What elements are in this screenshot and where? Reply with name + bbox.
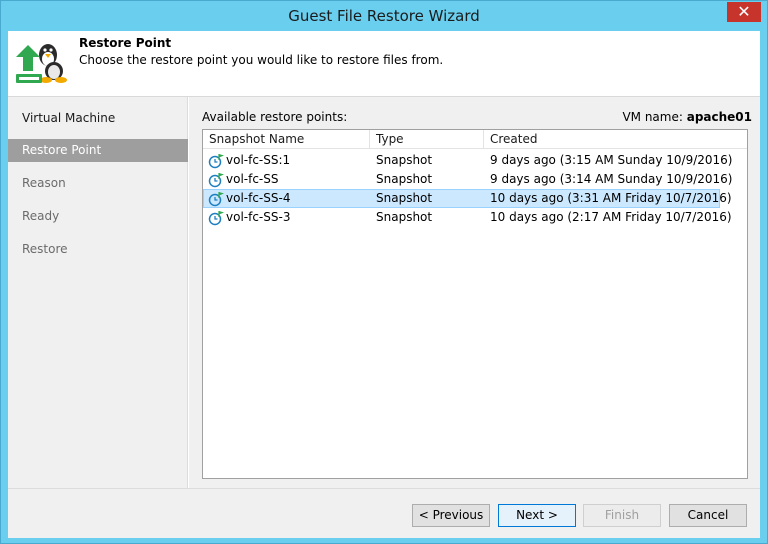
table-row-selected[interactable]: vol-fc-SS-4 Snapshot 10 days ago (3:31 A… xyxy=(203,189,732,208)
restore-points-list[interactable]: Snapshot Name Type Created vol-fc-SS:1 S… xyxy=(202,129,748,479)
snapshot-name: vol-fc-SS xyxy=(226,172,279,186)
snapshot-created: 10 days ago (3:31 AM Friday 10/7/2016) xyxy=(490,191,732,205)
column-header-snapshot-name[interactable]: Snapshot Name xyxy=(203,130,370,149)
wizard-steps-sidebar: Virtual Machine Restore Point Reason Rea… xyxy=(8,97,188,488)
linux-restore-icon xyxy=(16,44,67,83)
vm-name-label: VM name: apache01 xyxy=(622,110,752,124)
wizard-window: Guest File Restore Wizard ✕ Restore Poin… xyxy=(0,0,768,544)
close-button[interactable]: ✕ xyxy=(727,2,761,22)
snapshot-type: Snapshot xyxy=(376,210,433,224)
snapshot-icon xyxy=(208,192,224,207)
step-ready: Ready xyxy=(8,205,188,228)
vm-name-caption: VM name: xyxy=(622,110,683,124)
available-restore-points-label: Available restore points: xyxy=(202,110,348,124)
step-virtual-machine[interactable]: Virtual Machine xyxy=(8,107,188,130)
wizard-client-area: Restore Point Choose the restore point y… xyxy=(8,31,760,538)
page-description: Choose the restore point you would like … xyxy=(79,53,444,67)
snapshot-icon xyxy=(208,211,224,226)
snapshot-created: 10 days ago (2:17 AM Friday 10/7/2016) xyxy=(490,210,732,224)
step-label: Ready xyxy=(22,209,60,223)
table-row[interactable]: vol-fc-SS-3 Snapshot 10 days ago (2:17 A… xyxy=(203,208,732,227)
table-row[interactable]: vol-fc-SS:1 Snapshot 9 days ago (3:15 AM… xyxy=(203,151,732,170)
finish-button: Finish xyxy=(583,504,661,527)
step-label: Restore Point xyxy=(22,143,102,157)
step-restore-point[interactable]: Restore Point xyxy=(8,139,188,162)
snapshot-created: 9 days ago (3:14 AM Sunday 10/9/2016) xyxy=(490,172,733,186)
snapshot-type: Snapshot xyxy=(376,172,433,186)
page-title: Restore Point xyxy=(79,36,172,50)
vm-name-value: apache01 xyxy=(686,110,752,124)
previous-button[interactable]: < Previous xyxy=(412,504,490,527)
step-label: Virtual Machine xyxy=(22,111,116,125)
snapshot-type: Snapshot xyxy=(376,191,433,205)
snapshot-name: vol-fc-SS-4 xyxy=(226,191,291,205)
wizard-header: Restore Point Choose the restore point y… xyxy=(8,31,760,97)
cancel-button[interactable]: Cancel xyxy=(669,504,747,527)
next-button[interactable]: Next > xyxy=(498,504,576,527)
table-row[interactable]: vol-fc-SS Snapshot 9 days ago (3:14 AM S… xyxy=(203,170,732,189)
step-label: Restore xyxy=(22,242,68,256)
wizard-footer: < Previous Next > Finish Cancel xyxy=(8,488,760,538)
snapshot-icon xyxy=(208,154,224,169)
snapshot-type: Snapshot xyxy=(376,153,433,167)
snapshot-icon xyxy=(208,173,224,188)
column-header-created[interactable]: Created xyxy=(484,130,747,149)
step-label: Reason xyxy=(22,176,66,190)
restore-point-panel: Available restore points: VM name: apach… xyxy=(189,97,760,488)
snapshot-name: vol-fc-SS-3 xyxy=(226,210,291,224)
snapshot-name: vol-fc-SS:1 xyxy=(226,153,291,167)
step-reason: Reason xyxy=(8,172,188,195)
column-header-type[interactable]: Type xyxy=(370,130,484,149)
window-title: Guest File Restore Wizard xyxy=(288,7,480,25)
step-restore: Restore xyxy=(8,238,188,261)
snapshot-created: 9 days ago (3:15 AM Sunday 10/9/2016) xyxy=(490,153,733,167)
